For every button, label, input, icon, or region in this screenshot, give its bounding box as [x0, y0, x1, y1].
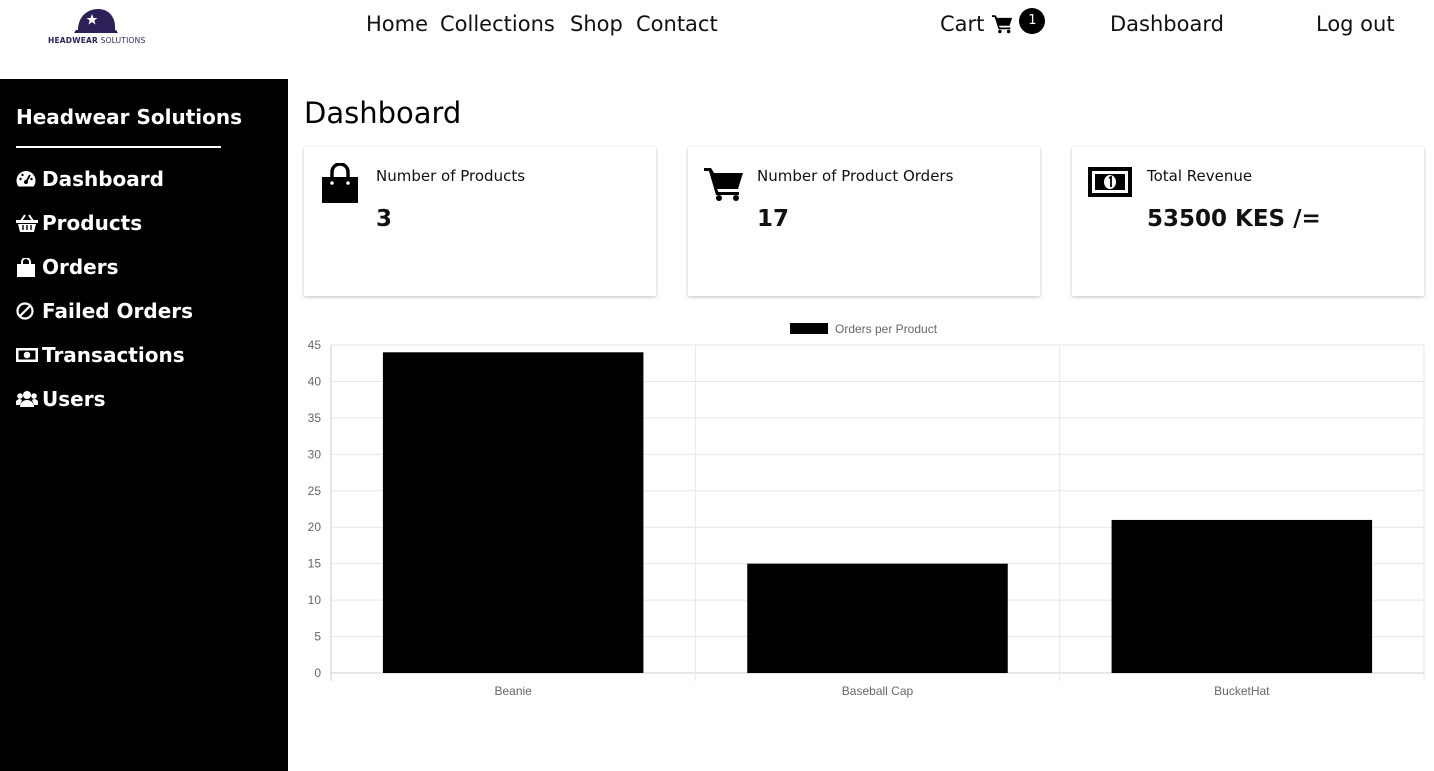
cart-count-badge: 1: [1019, 8, 1046, 34]
top-navbar: HEADWEAR SOLUTIONS Home Collections Shop…: [0, 0, 1434, 79]
nav-dashboard[interactable]: Dashboard: [1110, 12, 1224, 36]
y-tick-label: 40: [308, 374, 322, 388]
stat-label: Number of Product Orders: [757, 167, 954, 185]
sidebar-divider: [16, 146, 221, 148]
money-bill-icon: [16, 345, 38, 365]
cart-icon: [704, 167, 744, 205]
sidebar-item-label: Users: [42, 387, 106, 411]
sidebar-item-products[interactable]: Products: [16, 209, 142, 237]
orders-bar-chart: 0 5 10 15 20 25 30 35 40 45 Beanie Baseball Cap Buck…: [296, 316, 1434, 716]
logo[interactable]: HEADWEAR SOLUTIONS: [48, 6, 146, 48]
cart-icon: [992, 15, 1013, 34]
sidebar-item-users[interactable]: Users: [16, 385, 105, 413]
users-icon: [16, 389, 38, 409]
legend-label: Orders per Product: [835, 322, 938, 336]
nav-contact[interactable]: Contact: [636, 12, 718, 36]
bar: [747, 563, 1008, 673]
nav-logout[interactable]: Log out: [1316, 12, 1395, 36]
sidebar-item-failed-orders[interactable]: Failed Orders: [16, 297, 193, 325]
bar: [382, 352, 644, 673]
stat-label: Number of Products: [376, 167, 526, 185]
bar: [1111, 519, 1373, 673]
y-tick-label: 35: [308, 411, 322, 425]
tachometer-icon: [16, 169, 38, 189]
sidebar-title: Headwear Solutions: [16, 105, 243, 129]
x-tick-label: BucketHat: [1214, 684, 1270, 698]
cart-label: Cart: [940, 12, 985, 36]
sidebar-item-label: Transactions: [42, 343, 185, 367]
basket-icon: [16, 213, 38, 233]
sidebar-item-label: Products: [42, 211, 143, 235]
y-tick-label: 30: [308, 447, 322, 461]
logo-text: HEADWEAR SOLUTIONS: [48, 36, 146, 45]
nav-shop[interactable]: Shop: [570, 12, 623, 36]
sidebar-item-label: Orders: [42, 255, 119, 279]
cap-logo-icon: [74, 9, 118, 33]
money-bill-icon: [1088, 167, 1132, 201]
y-tick-label: 45: [308, 338, 322, 352]
stat-value: 17: [757, 206, 790, 232]
y-tick-label: 20: [308, 520, 322, 534]
shopping-bag-icon: [320, 162, 360, 207]
sidebar-item-label: Failed Orders: [42, 299, 194, 323]
y-tick-label: 0: [314, 666, 321, 680]
cart-link[interactable]: Cart 1: [940, 8, 1046, 36]
y-tick-label: 15: [308, 557, 322, 571]
x-tick-label: Baseball Cap: [842, 684, 914, 698]
stat-card-revenue: Total Revenue 53500 KES /=: [1072, 147, 1424, 296]
y-tick-label: 25: [308, 484, 322, 498]
y-tick-label: 10: [308, 593, 322, 607]
shopping-bag-icon: [16, 257, 38, 277]
x-tick-label: Beanie: [494, 684, 532, 698]
stat-value: 53500 KES /=: [1147, 206, 1321, 232]
sidebar-item-orders[interactable]: Orders: [16, 253, 119, 281]
y-tick-label: 5: [314, 630, 321, 644]
ban-icon: [16, 301, 38, 321]
nav-home[interactable]: Home: [366, 12, 428, 36]
stat-card-products: Number of Products 3: [304, 147, 656, 296]
chart-canvas: 0 5 10 15 20 25 30 35 40 45 Beanie Baseball Cap Buck…: [308, 322, 1425, 698]
sidebar-item-label: Dashboard: [42, 167, 164, 191]
stat-card-orders: Number of Product Orders 17: [688, 147, 1040, 296]
nav-collections[interactable]: Collections: [440, 12, 555, 36]
stat-label: Total Revenue: [1147, 167, 1253, 185]
stat-value: 3: [376, 206, 393, 232]
legend-swatch: [790, 323, 828, 334]
sidebar: Headwear Solutions Dashboard Products Or…: [0, 79, 288, 771]
page-title: Dashboard: [304, 96, 462, 130]
sidebar-item-dashboard[interactable]: Dashboard: [16, 165, 164, 193]
sidebar-item-transactions[interactable]: Transactions: [16, 341, 185, 369]
